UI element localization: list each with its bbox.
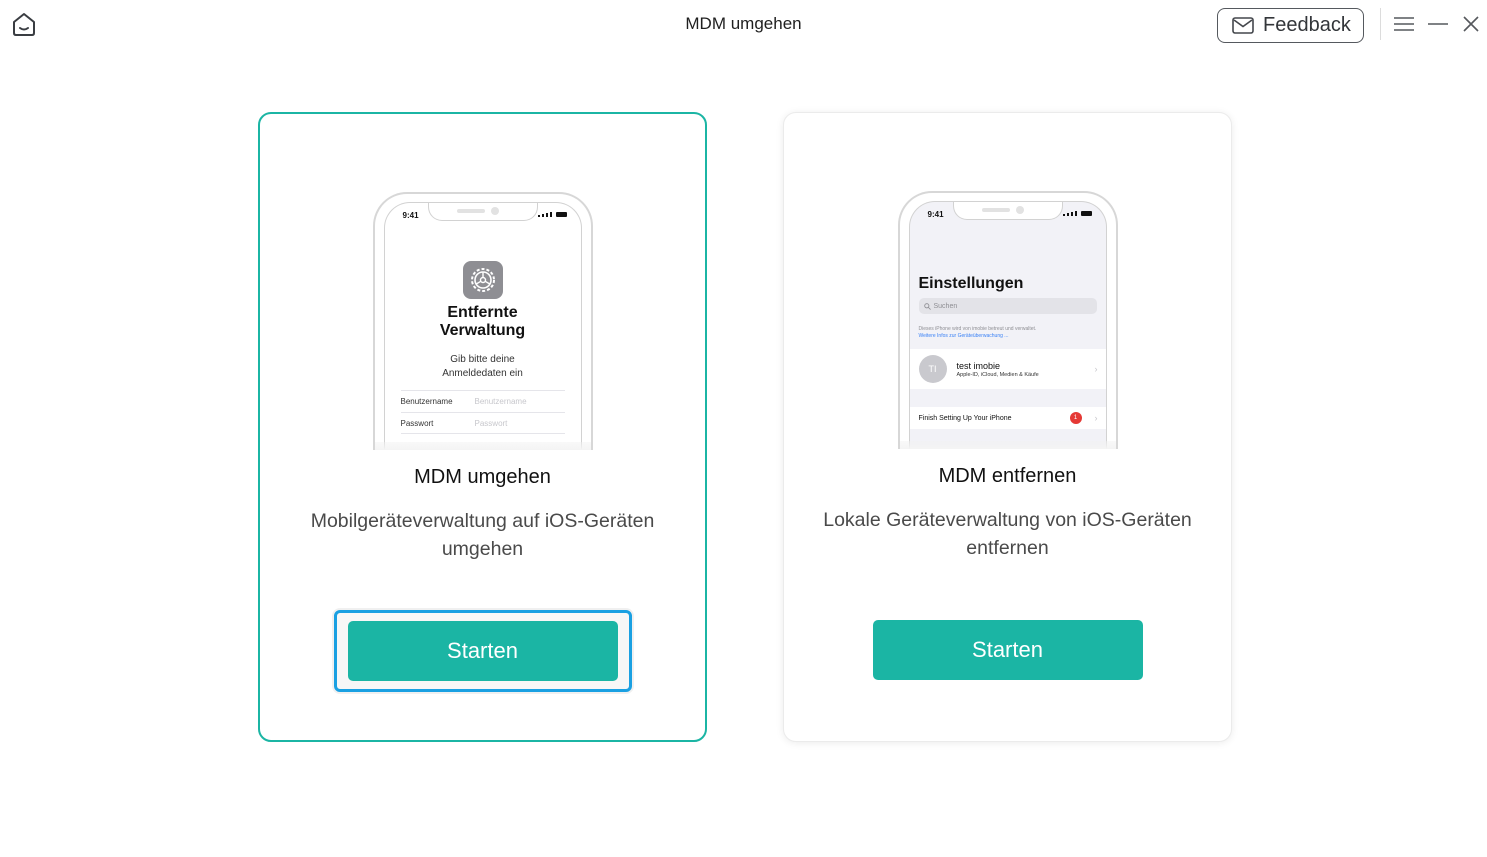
mail-icon	[1232, 17, 1254, 34]
status-time: 9:41	[927, 210, 944, 219]
bypass-mdm-card[interactable]: 9:41 Entfernte Verwaltung Gib bitte dein…	[258, 112, 707, 742]
username-row: Benutzername Benutzername	[400, 390, 565, 412]
home-icon	[13, 13, 35, 36]
chevron-right-icon: ›	[1094, 364, 1098, 374]
phone-frame: 9:41 Entfernte Verwaltung Gib bitte dein…	[372, 192, 593, 450]
menu-button[interactable]	[1392, 12, 1416, 36]
feedback-button[interactable]: Feedback	[1217, 8, 1364, 43]
account-row: TI test imobie Apple-ID, iCloud, Medien …	[909, 349, 1106, 389]
password-row: Passwort Passwort	[400, 412, 565, 434]
close-icon	[1463, 16, 1479, 32]
remote-management-subtitle: Gib bitte deine Anmeldedaten ein	[442, 354, 523, 379]
remove-mdm-card[interactable]: 9:41 Einstellungen Suchen Dieses iPhone …	[783, 112, 1232, 742]
titlebar-divider	[1380, 8, 1381, 40]
home-button[interactable]	[9, 9, 39, 39]
phone-screen: 9:41 Entfernte Verwaltung Gib bitte dein…	[383, 202, 582, 450]
hamburger-icon	[1394, 17, 1414, 31]
search-icon	[923, 302, 931, 310]
card-title: MDM entfernen	[938, 465, 1077, 487]
phone-frame: 9:41 Einstellungen Suchen Dieses iPhone …	[897, 191, 1118, 449]
start-bypass-button[interactable]: Starten	[347, 621, 618, 681]
status-icons	[1062, 211, 1092, 216]
settings-heading: Einstellungen	[918, 275, 1024, 292]
status-icons	[537, 212, 567, 217]
account-subtitle: Apple-ID, iCloud, Medien & Käufe	[956, 372, 1039, 378]
close-button[interactable]	[1459, 12, 1483, 36]
notification-badge: 1	[1069, 412, 1082, 424]
status-time: 9:41	[402, 211, 419, 220]
finish-setup-row: Finish Setting Up Your iPhone 1 ›	[909, 407, 1106, 429]
minimize-icon	[1428, 23, 1448, 25]
settings-gear-icon	[462, 261, 503, 299]
feedback-label: Feedback	[1263, 14, 1351, 36]
account-name: test imobie	[956, 361, 1001, 371]
supervision-note: Dieses iPhone wird von imobie betreut un…	[918, 326, 1037, 339]
card-description: Mobilgeräteverwaltung auf iOS-Geräten um…	[310, 510, 655, 560]
minimize-button[interactable]	[1426, 12, 1450, 36]
card-title: MDM umgehen	[414, 466, 551, 488]
phone-illustration-settings: 9:41 Einstellungen Suchen Dieses iPhone …	[888, 191, 1128, 453]
avatar: TI	[918, 355, 947, 383]
card-description: Lokale Geräteverwaltung von iOS-Geräten …	[823, 509, 1192, 559]
remote-management-heading: Entfernte Verwaltung	[439, 304, 526, 339]
start-remove-button[interactable]: Starten	[872, 620, 1143, 680]
settings-search: Suchen	[918, 298, 1097, 314]
phone-illustration-remote-management: 9:41 Entfernte Verwaltung Gib bitte dein…	[363, 192, 603, 454]
chevron-right-icon: ›	[1094, 413, 1098, 423]
phone-screen: 9:41 Einstellungen Suchen Dieses iPhone …	[908, 201, 1107, 449]
